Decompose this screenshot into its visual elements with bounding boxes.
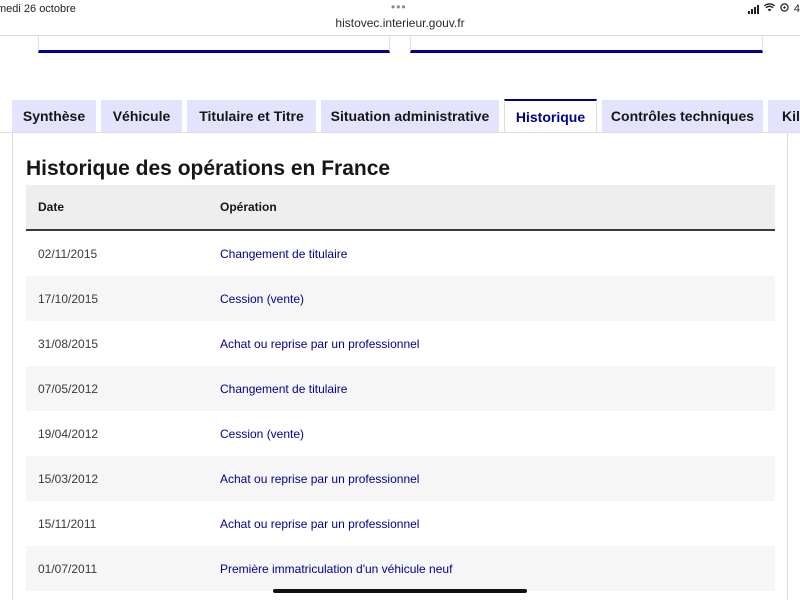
panel-border-right [787, 132, 788, 600]
column-header-operation: Opération [220, 200, 277, 214]
row-date: 02/11/2015 [38, 247, 98, 261]
row-date: 01/07/2011 [38, 562, 98, 576]
row-operation-link[interactable]: Achat ou reprise par un professionnel [220, 517, 419, 531]
tab-historique[interactable]: Historique [504, 99, 597, 133]
operations-table: Date Opération 02/11/2015 Changement de … [26, 185, 775, 591]
tab-vehicule[interactable]: Véhicule [101, 100, 182, 132]
row-operation-link[interactable]: Cession (vente) [220, 427, 304, 441]
tab-dots-icon[interactable]: ••• [391, 0, 407, 14]
tab-titulaire-et-titre[interactable]: Titulaire et Titre [187, 100, 316, 132]
wifi-icon [763, 3, 775, 15]
row-operation-link[interactable]: Achat ou reprise par un professionnel [220, 337, 419, 351]
table-row: 31/08/2015 Achat ou reprise par un profe… [26, 321, 775, 366]
tab-synthese[interactable]: Synthèse [12, 100, 96, 132]
table-row: 07/05/2012 Changement de titulaire [26, 366, 775, 411]
page: medi 26 octobre ••• 4 histovec.interieur… [0, 0, 800, 600]
panel-border-left [12, 132, 13, 600]
row-date: 31/08/2015 [38, 337, 99, 351]
tabs-divider [0, 132, 800, 133]
info-card-right [410, 36, 763, 53]
row-date: 15/11/2011 [38, 517, 97, 531]
row-operation-link[interactable]: Changement de titulaire [220, 247, 347, 261]
status-date: medi 26 octobre [0, 3, 76, 15]
location-icon [780, 3, 789, 15]
tab-controles-techniques[interactable]: Contrôles techniques [602, 100, 763, 132]
row-date: 15/03/2012 [38, 472, 99, 486]
table-row: 15/03/2012 Achat ou reprise par un profe… [26, 456, 775, 501]
table-row: 19/04/2012 Cession (vente) [26, 411, 775, 456]
table-row: 15/11/2011 Achat ou reprise par un profe… [26, 501, 775, 546]
status-icons: 4 [747, 3, 800, 15]
row-date: 19/04/2012 [38, 427, 99, 441]
table-header: Date Opération [26, 185, 775, 231]
row-operation-link[interactable]: Achat ou reprise par un professionnel [220, 472, 419, 486]
row-date: 17/10/2015 [38, 292, 99, 306]
row-operation-link[interactable]: Cession (vente) [220, 292, 304, 306]
row-operation-link[interactable]: Changement de titulaire [220, 382, 347, 396]
tab-bar: Synthèse Véhicule Titulaire et Titre Sit… [0, 99, 800, 133]
table-row: 01/07/2011 Première immatriculation d'un… [26, 546, 775, 591]
home-indicator[interactable] [273, 589, 527, 593]
row-operation-link[interactable]: Première immatriculation d'un véhicule n… [220, 562, 452, 576]
table-body: 02/11/2015 Changement de titulaire 17/10… [26, 231, 775, 591]
table-row: 02/11/2015 Changement de titulaire [26, 231, 775, 276]
section-title: Historique des opérations en France [26, 157, 391, 180]
table-row: 17/10/2015 Cession (vente) [26, 276, 775, 321]
tab-kilometrage[interactable]: Kilo [768, 100, 800, 132]
column-header-date: Date [38, 200, 65, 214]
battery-text: 4 [793, 3, 800, 15]
row-date: 07/05/2012 [38, 382, 99, 396]
tab-situation-administrative[interactable]: Situation administrative [321, 100, 499, 132]
url-bar[interactable]: histovec.interieur.gouv.fr [0, 16, 800, 30]
signal-icon [747, 4, 759, 14]
info-card-left [38, 36, 390, 53]
